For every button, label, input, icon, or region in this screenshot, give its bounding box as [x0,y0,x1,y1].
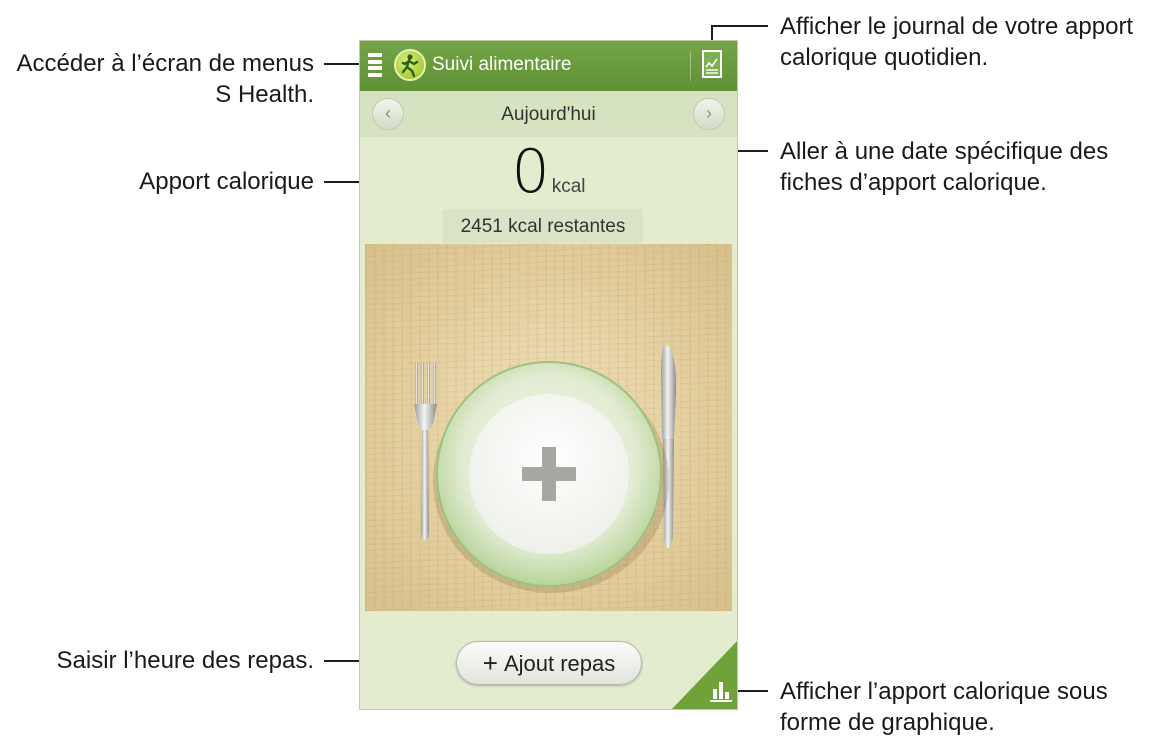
calorie-intake-display: 0 kcal [360,139,737,205]
callout-date-line2: fiches d’apport calorique. [780,169,1047,196]
remaining-calories-box: 2451 kcal restantes [443,209,643,243]
phone-screen: Suivi alimentaire ‹ Aujourd'hui › 0 kcal … [359,40,738,710]
callout-graph-line2: forme de graphique. [780,709,995,736]
callout-journal: Afficher le journal de votre apport calo… [780,11,1170,73]
remaining-calories: 2451 kcal restantes [460,216,626,237]
callout-menu-line1: Accéder à l’écran de menus [16,50,315,77]
add-meal-label: Ajout repas [503,651,616,676]
callout-menu-line2: S Health. [215,81,314,108]
callout-journal-line1: Afficher le journal de votre apport [780,13,1134,40]
graph-button[interactable] [670,639,737,709]
callout-meal-time: Saisir l’heure des repas. [10,645,314,676]
leader-journal-horizontal [711,25,768,27]
calorie-value: 0 [511,137,550,207]
fork-icon [414,362,437,540]
callout-date-line1: Aller à une date spécifique des [780,138,1109,165]
add-meal-button[interactable]: + Ajout repas [456,641,642,685]
journal-icon[interactable] [702,50,722,78]
action-bar: Suivi alimentaire [360,41,737,91]
knife-icon [661,344,677,548]
callout-graph: Afficher l’apport calorique sous forme d… [780,676,1170,738]
date-bar: ‹ Aujourd'hui › [360,91,737,137]
callout-calorie-intake-text: Apport calorique [139,168,314,195]
app-logo-icon[interactable] [394,49,426,81]
menu-icon[interactable] [368,53,382,77]
date-selector[interactable]: Aujourd'hui [360,104,737,126]
next-day-button[interactable]: › [693,98,725,130]
callout-journal-line2: calorique quotidien. [780,44,989,71]
add-icon: + [482,648,498,678]
calorie-unit: kcal [551,176,586,197]
meal-table-illustration [365,244,732,611]
callout-graph-line1: Afficher l’apport calorique sous [780,678,1108,705]
app-title: Suivi alimentaire [432,54,572,75]
callout-date: Aller à une date spécifique des fiches d… [780,136,1170,198]
callout-menu: Accéder à l’écran de menus S Health. [10,48,315,110]
callout-calorie-intake: Apport calorique [60,166,314,197]
action-bar-divider [690,51,691,81]
callout-meal-time-text: Saisir l’heure des repas. [56,647,314,674]
